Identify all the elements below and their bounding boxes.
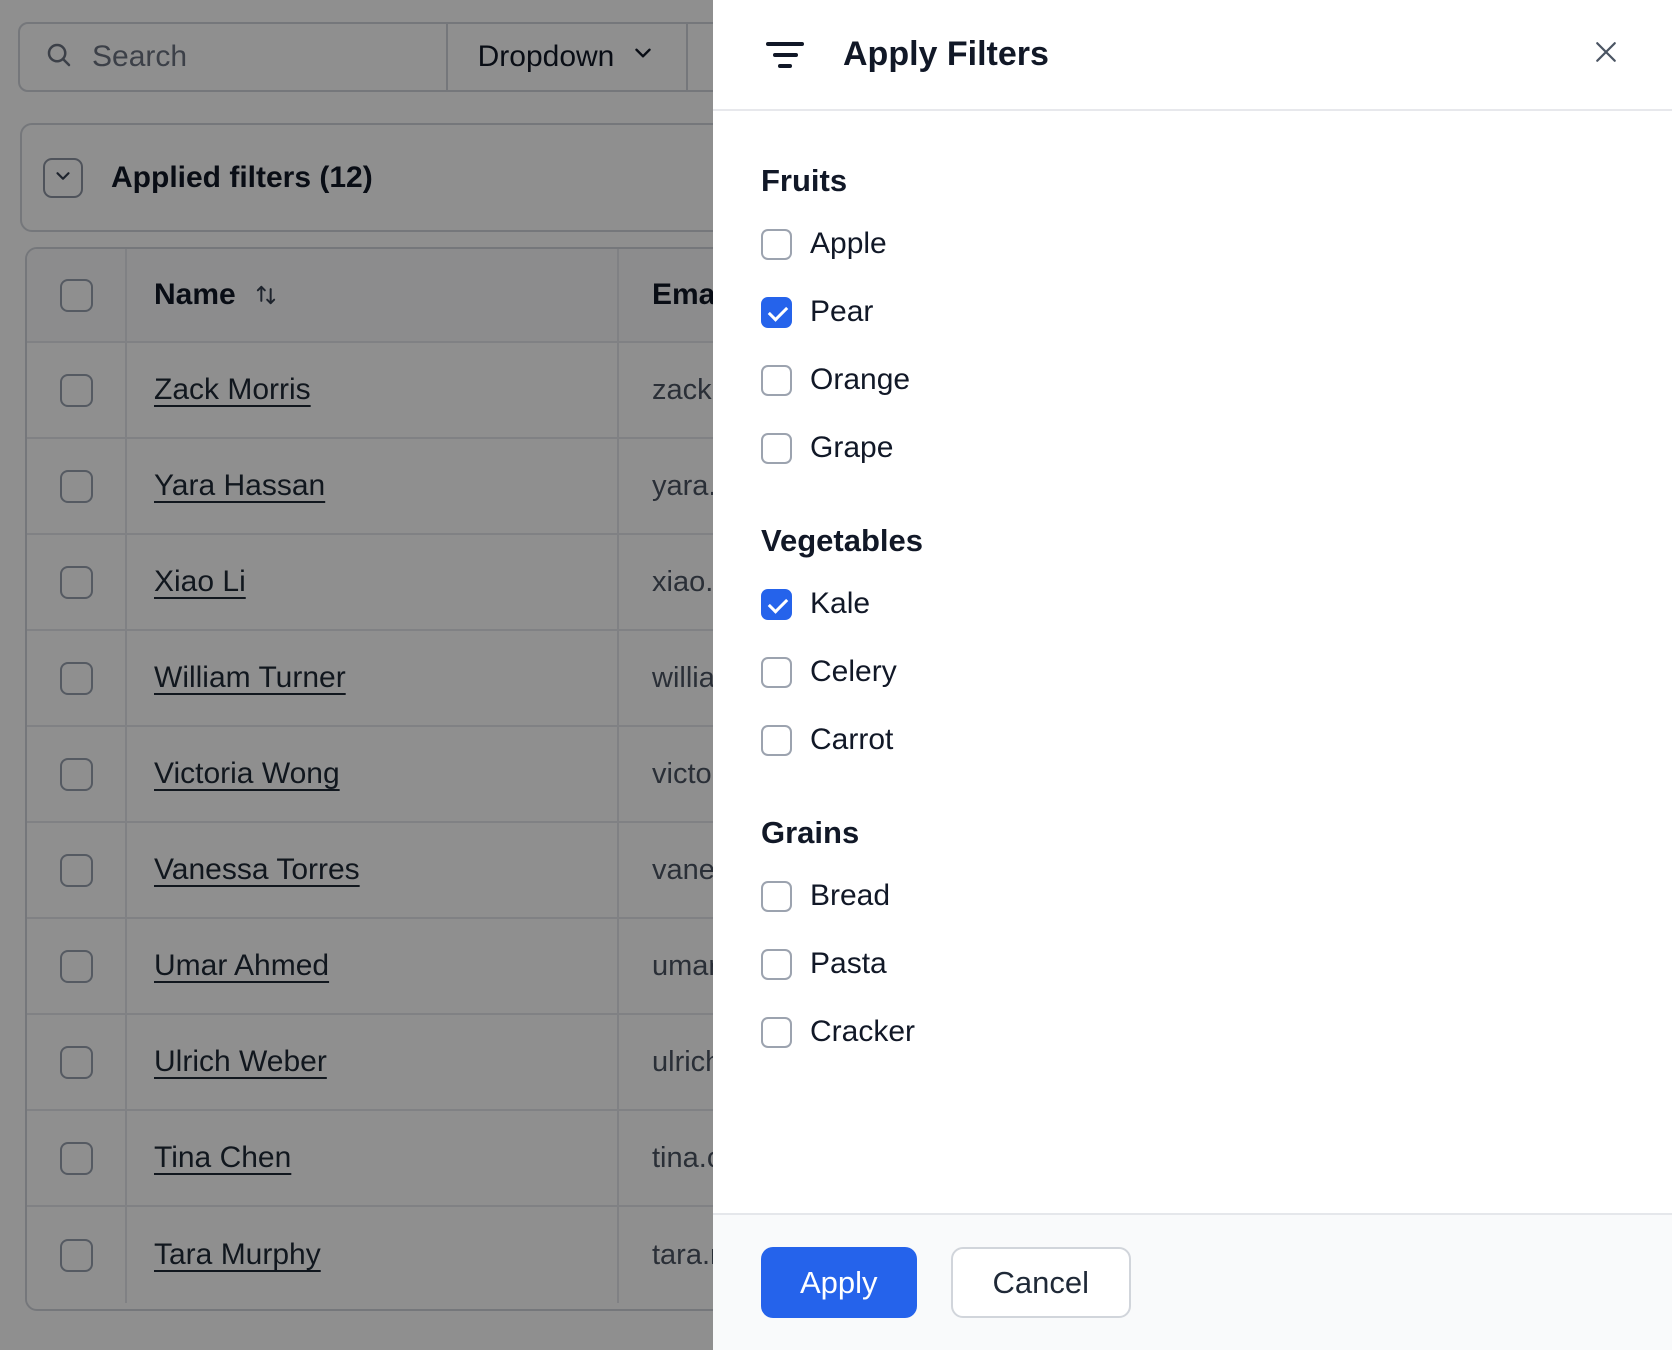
filter-options: Kale Celery Carrot	[761, 587, 1624, 757]
checkbox[interactable]	[761, 948, 792, 980]
filter-option[interactable]: Kale	[761, 587, 1624, 621]
filter-option[interactable]: Celery	[761, 655, 1624, 689]
close-icon[interactable]	[1590, 36, 1622, 68]
checkbox[interactable]	[761, 432, 792, 464]
checkbox[interactable]	[761, 228, 792, 260]
panel-title: Apply Filters	[843, 35, 1049, 73]
checkbox[interactable]	[761, 724, 792, 756]
filter-option-label: Pear	[810, 295, 874, 328]
filter-section: Vegetables Kale Celery Carrot	[761, 523, 1624, 757]
filter-sections: Fruits Apple Pear Orange Grape Vegetable…	[713, 111, 1672, 1213]
filter-option-label: Cracker	[810, 1015, 916, 1048]
filter-option-label: Orange	[810, 363, 911, 396]
checkbox[interactable]	[761, 296, 792, 328]
checkbox[interactable]	[761, 656, 792, 688]
checkbox[interactable]	[761, 588, 792, 620]
filter-option[interactable]: Pasta	[761, 947, 1624, 981]
filter-section-heading: Grains	[761, 815, 860, 850]
filter-options: Apple Pear Orange Grape	[761, 227, 1624, 465]
filter-section: Grains Bread Pasta Cracker	[761, 815, 1624, 1049]
filter-option[interactable]: Grape	[761, 431, 1624, 465]
filter-option-label: Grape	[810, 431, 894, 464]
modal-overlay[interactable]	[0, 0, 713, 1350]
filter-section-heading: Fruits	[761, 163, 848, 198]
checkbox[interactable]	[761, 1016, 792, 1048]
app-root: Search Dropdown Applied filters (12) Nam…	[0, 0, 1672, 1350]
filter-option[interactable]: Carrot	[761, 723, 1624, 757]
panel-header: Apply Filters	[713, 0, 1672, 111]
filter-panel: Apply Filters Fruits Apple Pear Orange G…	[713, 0, 1672, 1350]
filter-option-label: Bread	[810, 879, 891, 912]
checkbox[interactable]	[761, 880, 792, 912]
filter-option-label: Celery	[810, 655, 897, 688]
apply-button[interactable]: Apply	[761, 1247, 917, 1318]
checkbox[interactable]	[761, 364, 792, 396]
filter-options: Bread Pasta Cracker	[761, 879, 1624, 1049]
filter-section: Fruits Apple Pear Orange Grape	[761, 163, 1624, 465]
filter-option[interactable]: Orange	[761, 363, 1624, 397]
filter-icon	[765, 41, 805, 68]
filter-section-heading: Vegetables	[761, 523, 923, 558]
filter-option-label: Carrot	[810, 723, 894, 756]
panel-footer: Apply Cancel	[713, 1213, 1672, 1350]
filter-option-label: Pasta	[810, 947, 887, 980]
filter-option[interactable]: Cracker	[761, 1015, 1624, 1049]
filter-option[interactable]: Bread	[761, 879, 1624, 913]
filter-option-label: Apple	[810, 227, 887, 260]
filter-option-label: Kale	[810, 587, 871, 620]
filter-option[interactable]: Apple	[761, 227, 1624, 261]
filter-option[interactable]: Pear	[761, 295, 1624, 329]
cancel-button[interactable]: Cancel	[950, 1247, 1132, 1318]
